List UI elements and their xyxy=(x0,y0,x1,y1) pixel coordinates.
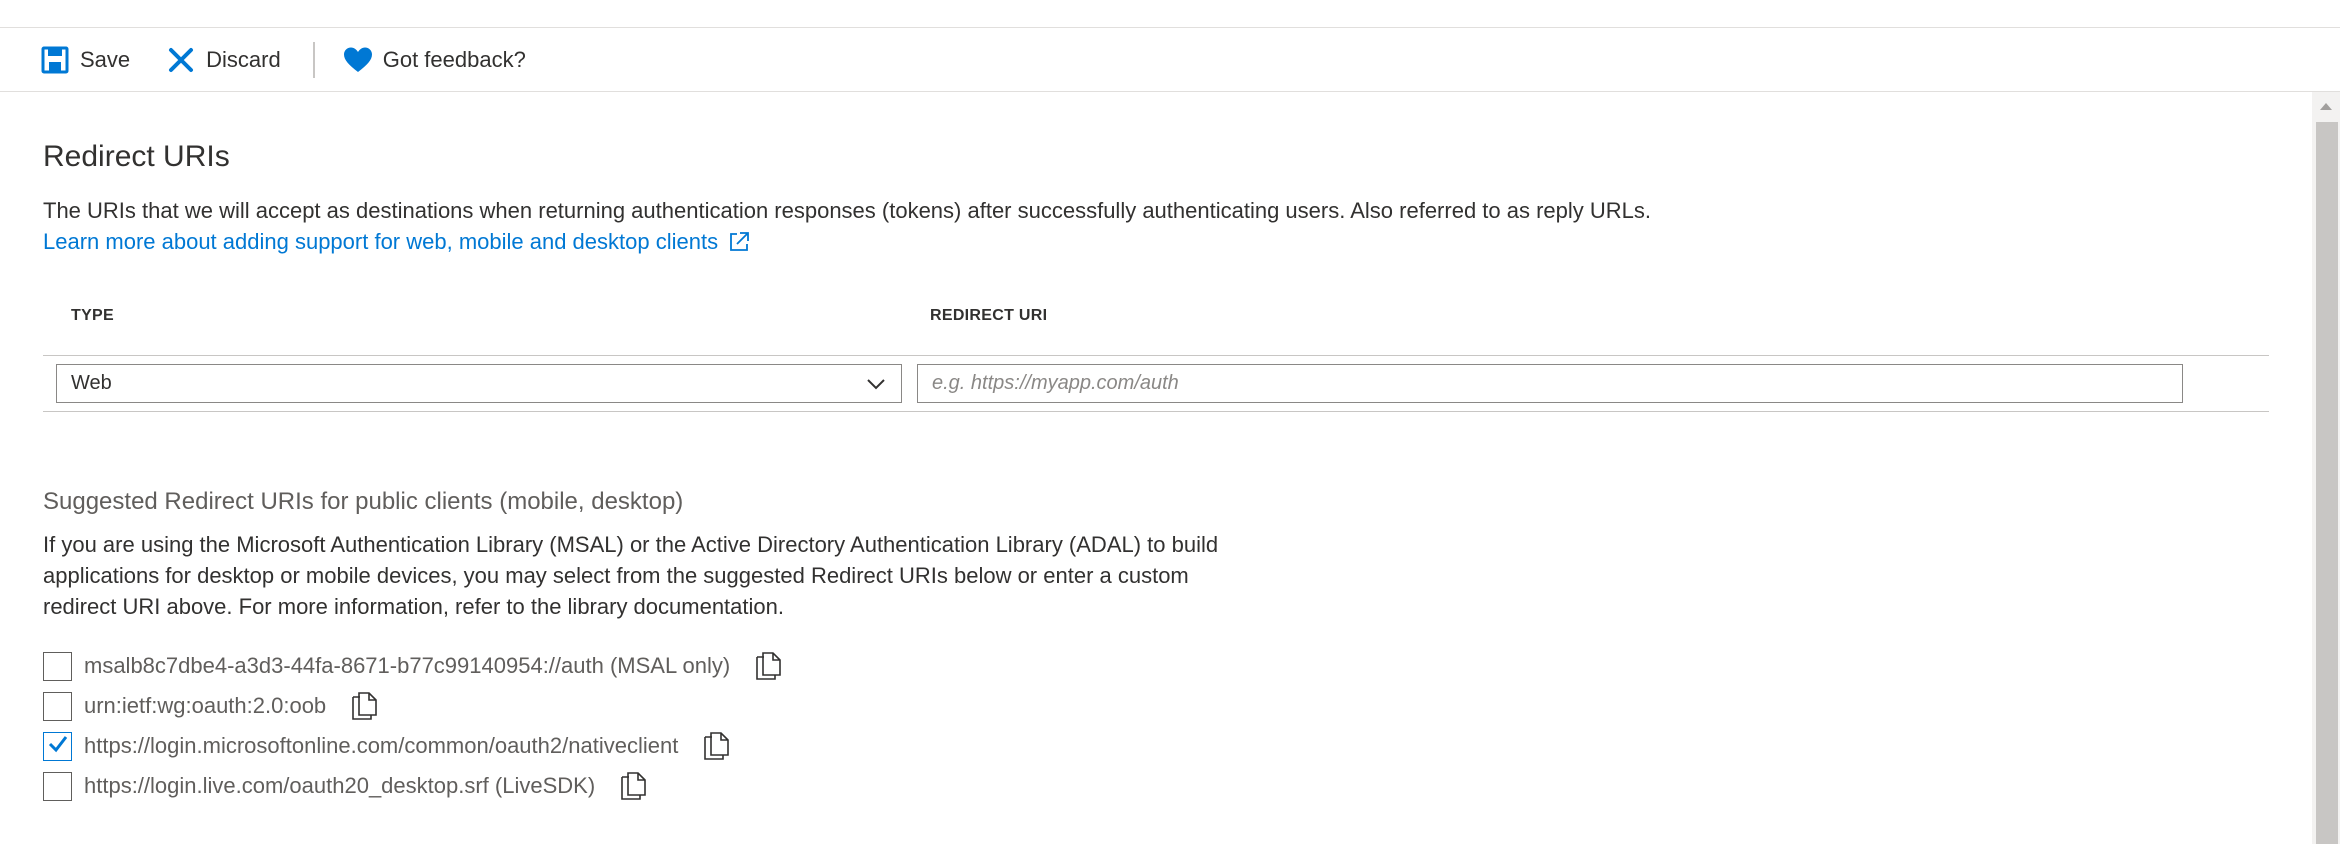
suggested-uri-checkbox[interactable] xyxy=(43,651,72,681)
toolbar-divider xyxy=(312,41,315,78)
copy-icon[interactable] xyxy=(350,691,380,721)
heart-icon xyxy=(343,45,373,75)
suggested-uri-item: https://login.microsoftonline.com/common… xyxy=(43,731,732,761)
scrollbar-thumb[interactable] xyxy=(2316,122,2338,844)
suggested-uri-label: https://login.live.com/oauth20_desktop.s… xyxy=(84,773,596,798)
redirect-uri-input[interactable] xyxy=(917,364,2183,403)
scroll-up-arrow-icon[interactable] xyxy=(2312,94,2340,118)
table-divider-top xyxy=(43,355,2269,356)
type-dropdown[interactable]: Web xyxy=(56,364,902,403)
save-button[interactable]: Save xyxy=(40,40,130,80)
column-header-redirect-uri: REDIRECT URI xyxy=(930,307,1048,324)
redirect-uris-title: Redirect URIs xyxy=(43,140,230,173)
feedback-label: Got feedback? xyxy=(382,46,526,72)
suggested-uris-title: Suggested Redirect URIs for public clien… xyxy=(43,488,684,515)
table-divider-bottom xyxy=(43,411,2269,412)
suggested-uri-label: https://login.microsoftonline.com/common… xyxy=(84,733,679,758)
suggested-uri-item: https://login.live.com/oauth20_desktop.s… xyxy=(43,771,649,801)
save-label: Save xyxy=(80,46,131,72)
checkmark-icon xyxy=(46,732,70,761)
type-dropdown-value: Web xyxy=(71,372,112,394)
command-bar: Save Discard Got feedback? xyxy=(0,28,2340,92)
suggested-uri-label: msalb8c7dbe4-a3d3-44fa-8671-b77c99140954… xyxy=(84,653,731,678)
copy-icon[interactable] xyxy=(702,731,732,761)
feedback-button[interactable]: Got feedback? xyxy=(343,40,526,80)
suggested-uri-checkbox[interactable] xyxy=(43,731,72,761)
suggested-uri-item: urn:ietf:wg:oauth:2.0:oob xyxy=(43,691,380,721)
suggested-uri-item: msalb8c7dbe4-a3d3-44fa-8671-b77c99140954… xyxy=(43,651,784,681)
copy-icon[interactable] xyxy=(754,651,784,681)
suggested-uri-checkbox[interactable] xyxy=(43,691,72,721)
save-icon xyxy=(40,45,70,75)
top-bar xyxy=(0,0,2340,28)
discard-label: Discard xyxy=(206,46,281,72)
chevron-down-icon xyxy=(865,373,887,395)
discard-button[interactable]: Discard xyxy=(166,40,281,80)
suggested-uri-checkbox[interactable] xyxy=(43,771,72,801)
close-icon xyxy=(166,45,196,75)
copy-icon[interactable] xyxy=(619,771,649,801)
column-header-type: TYPE xyxy=(71,307,114,324)
redirect-uris-description: The URIs that we will accept as destinat… xyxy=(43,198,1652,223)
external-link-icon xyxy=(728,231,750,253)
suggested-uris-description: If you are using the Microsoft Authentic… xyxy=(43,532,1219,619)
learn-more-link[interactable]: Learn more about adding support for web,… xyxy=(43,229,750,255)
suggested-uri-label: urn:ietf:wg:oauth:2.0:oob xyxy=(84,693,327,718)
learn-more-label: Learn more about adding support for web,… xyxy=(43,229,719,254)
